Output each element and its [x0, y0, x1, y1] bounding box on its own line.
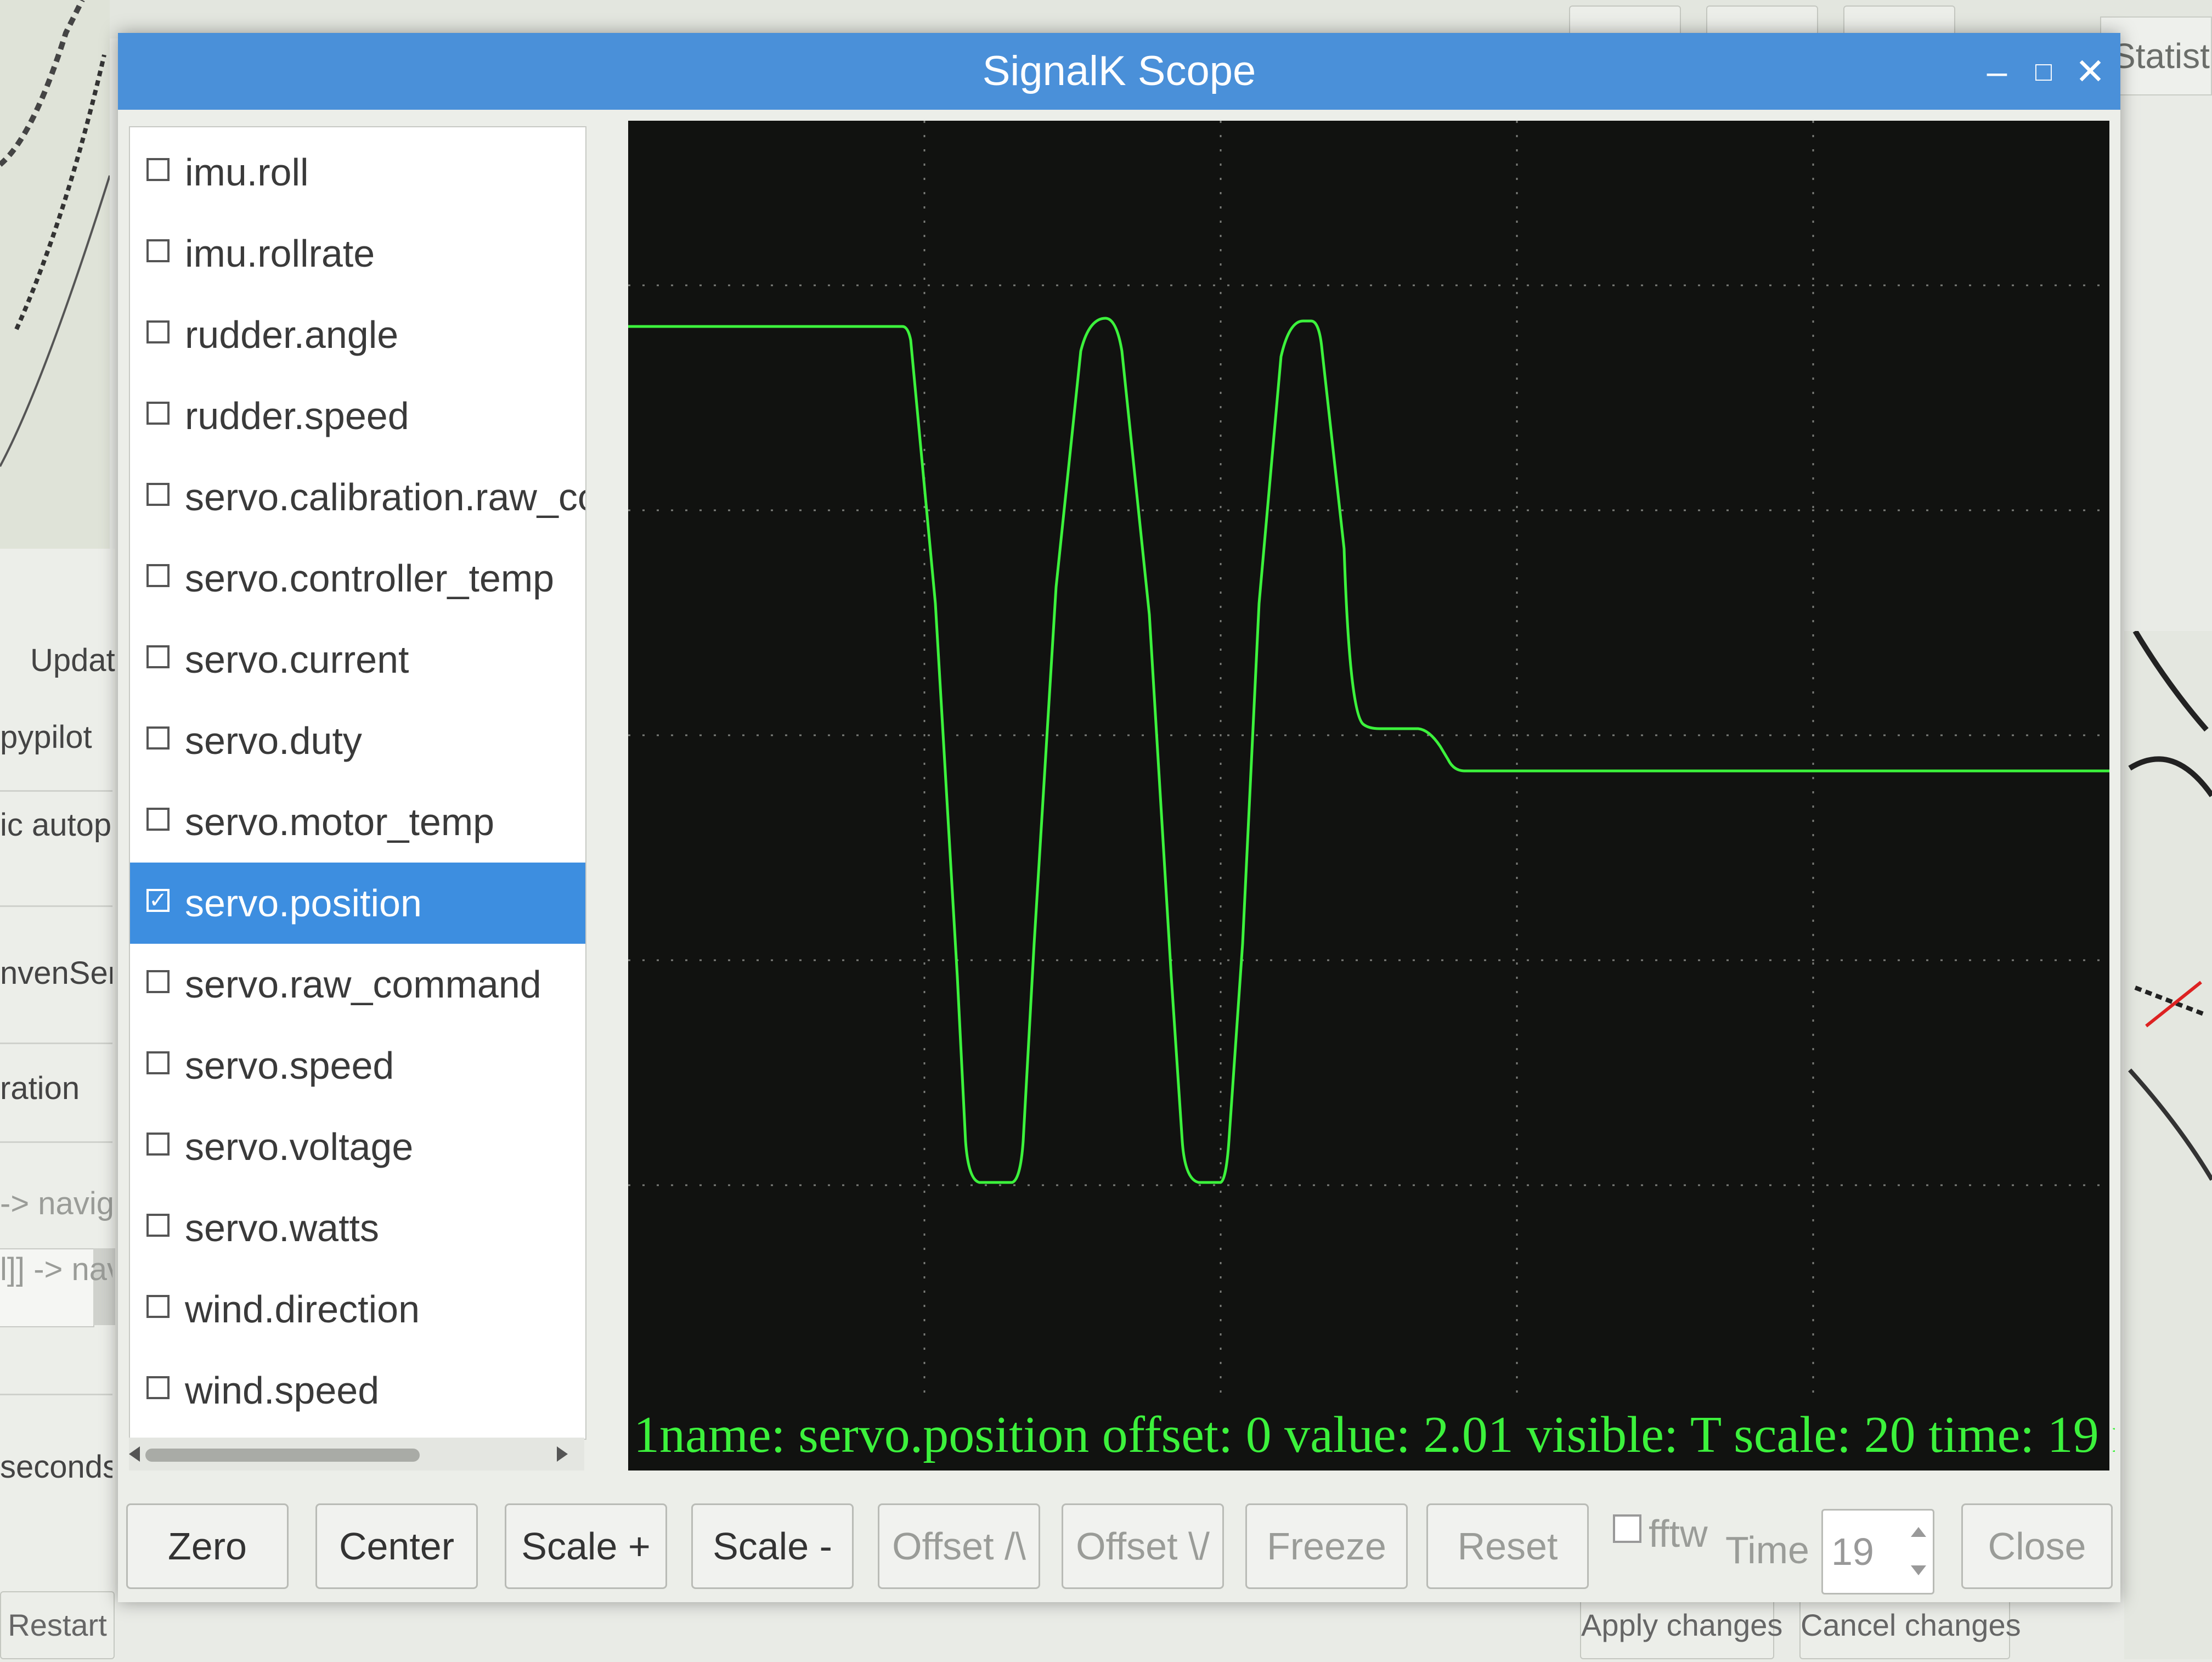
signal-item[interactable]: imu.roll — [130, 132, 585, 213]
close-button[interactable]: Close — [1961, 1503, 2113, 1589]
scale-up-button[interactable]: Scale + — [505, 1503, 667, 1589]
checkbox-icon[interactable] — [146, 1051, 170, 1074]
restart-button[interactable]: Restart — [0, 1591, 115, 1659]
scrollbar-thumb[interactable] — [145, 1449, 420, 1462]
close-icon[interactable]: ✕ — [2071, 49, 2109, 93]
checkbox-icon[interactable] — [146, 1376, 170, 1399]
checkbox-checked-icon[interactable]: ✓ — [146, 889, 170, 912]
checkbox-icon[interactable] — [146, 320, 170, 343]
freeze-button[interactable]: Freeze — [1245, 1503, 1408, 1589]
servo-position-trace — [628, 317, 2109, 1184]
signal-label: servo.speed — [185, 1044, 394, 1087]
signal-label: rudder.angle — [185, 313, 399, 356]
scroll-right-icon[interactable] — [557, 1446, 568, 1462]
offset-up-button[interactable]: Offset /\ — [878, 1503, 1040, 1589]
signal-label: imu.rollrate — [185, 232, 375, 275]
signalk-scope-window: SignalK Scope – □ ✕ imu.roll imu.rollrate… — [118, 33, 2120, 1602]
fftw-label: fftw — [1649, 1512, 1708, 1555]
background-label: seconds) — [0, 1449, 112, 1485]
zero-button[interactable]: Zero — [126, 1503, 289, 1589]
background-chart-map — [0, 0, 110, 549]
minimize-icon[interactable]: – — [1978, 49, 2016, 93]
signal-item[interactable]: servo.watts — [130, 1187, 585, 1269]
checkbox-icon[interactable] — [146, 726, 170, 750]
signal-label: servo.voltage — [185, 1125, 414, 1168]
signal-item[interactable]: wind.direction — [130, 1269, 585, 1350]
background-label: ration — [0, 1071, 80, 1106]
checkbox-icon[interactable] — [146, 1133, 170, 1156]
maximize-icon[interactable]: □ — [2024, 49, 2063, 93]
offset-down-button[interactable]: Offset \/ — [1062, 1503, 1224, 1589]
signal-label: servo.raw_command — [185, 963, 541, 1006]
signal-item[interactable]: servo.raw_command — [130, 944, 585, 1025]
checkbox-icon[interactable] — [146, 808, 170, 831]
signal-label: wind.direction — [185, 1288, 420, 1331]
signal-item[interactable]: servo.controller_temp — [130, 538, 585, 619]
center-button[interactable]: Center — [315, 1503, 478, 1589]
signal-label: rudder.speed — [185, 395, 409, 437]
checkbox-icon[interactable] — [146, 1214, 170, 1237]
signal-label: imu.roll — [185, 151, 309, 194]
signal-item[interactable]: servo.current — [130, 619, 585, 700]
background-panel: Updat pypilot ic autopi nvenSen ration -… — [0, 549, 115, 1659]
signal-item[interactable]: servo.speed — [130, 1025, 585, 1106]
background-label: -> navig — [0, 1186, 112, 1221]
scope-plot — [628, 121, 2109, 1405]
checkbox-icon[interactable] — [146, 970, 170, 993]
checkbox-icon[interactable] — [146, 564, 170, 587]
spin-down-icon[interactable] — [1911, 1565, 1926, 1575]
signal-label: servo.current — [185, 638, 409, 681]
background-label: nvenSen — [0, 955, 112, 991]
signal-item[interactable]: servo.calibration.raw_comm — [130, 457, 585, 538]
signal-label: servo.duty — [185, 719, 362, 762]
horizontal-scrollbar[interactable] — [129, 1438, 584, 1471]
scope-display[interactable]: 1name: servo.position offset: 0 value: 2… — [628, 121, 2115, 1471]
scope-status-line: 1name: servo.position offset: 0 value: 2… — [634, 1406, 2115, 1463]
background-label: pypilot — [0, 719, 92, 755]
signal-item[interactable]: imu.rollrate — [130, 213, 585, 294]
signal-item[interactable]: rudder.angle — [130, 294, 585, 375]
title-bar[interactable]: SignalK Scope – □ ✕ — [118, 33, 2120, 110]
reset-button[interactable]: Reset — [1426, 1503, 1589, 1589]
signal-label: wind.speed — [185, 1369, 380, 1412]
background-chart-map-right — [2124, 629, 2212, 1659]
checkbox-icon[interactable] — [146, 239, 170, 262]
signal-item[interactable]: wind.speed — [130, 1350, 585, 1431]
signal-label: servo.watts — [185, 1207, 379, 1249]
signal-item[interactable]: servo.duty — [130, 700, 585, 781]
checkbox-icon[interactable] — [146, 158, 170, 181]
background-label: l]] -> nav — [0, 1252, 112, 1287]
scale-down-button[interactable]: Scale - — [691, 1503, 854, 1589]
signal-item[interactable]: ✓ servo.position — [130, 863, 585, 944]
signal-list[interactable]: imu.roll imu.rollrate rudder.angle rudder.s… — [129, 126, 586, 1440]
signal-item[interactable]: rudder.speed — [130, 375, 585, 457]
time-value[interactable]: 19 — [1831, 1511, 1874, 1593]
signal-item[interactable]: servo.motor_temp — [130, 781, 585, 863]
signal-label: servo.calibration.raw_comm — [185, 476, 585, 519]
checkbox-icon[interactable] — [146, 645, 170, 668]
time-spinbox[interactable]: 19 — [1821, 1509, 1934, 1595]
signal-label: servo.controller_temp — [185, 557, 555, 600]
scroll-left-icon[interactable] — [129, 1446, 140, 1462]
background-label: ic autopi — [0, 807, 112, 843]
checkbox-icon[interactable] — [146, 1295, 170, 1318]
time-label: Time — [1725, 1529, 1809, 1571]
signal-label: servo.position — [185, 882, 422, 925]
checkbox-icon[interactable] — [146, 483, 170, 506]
signal-item[interactable]: servo.voltage — [130, 1106, 585, 1187]
window-title: SignalK Scope — [982, 48, 1256, 94]
signal-label: servo.motor_temp — [185, 801, 495, 843]
checkbox-icon[interactable] — [146, 402, 170, 425]
spin-up-icon[interactable] — [1911, 1527, 1926, 1537]
fftw-checkbox[interactable] — [1613, 1514, 1641, 1543]
